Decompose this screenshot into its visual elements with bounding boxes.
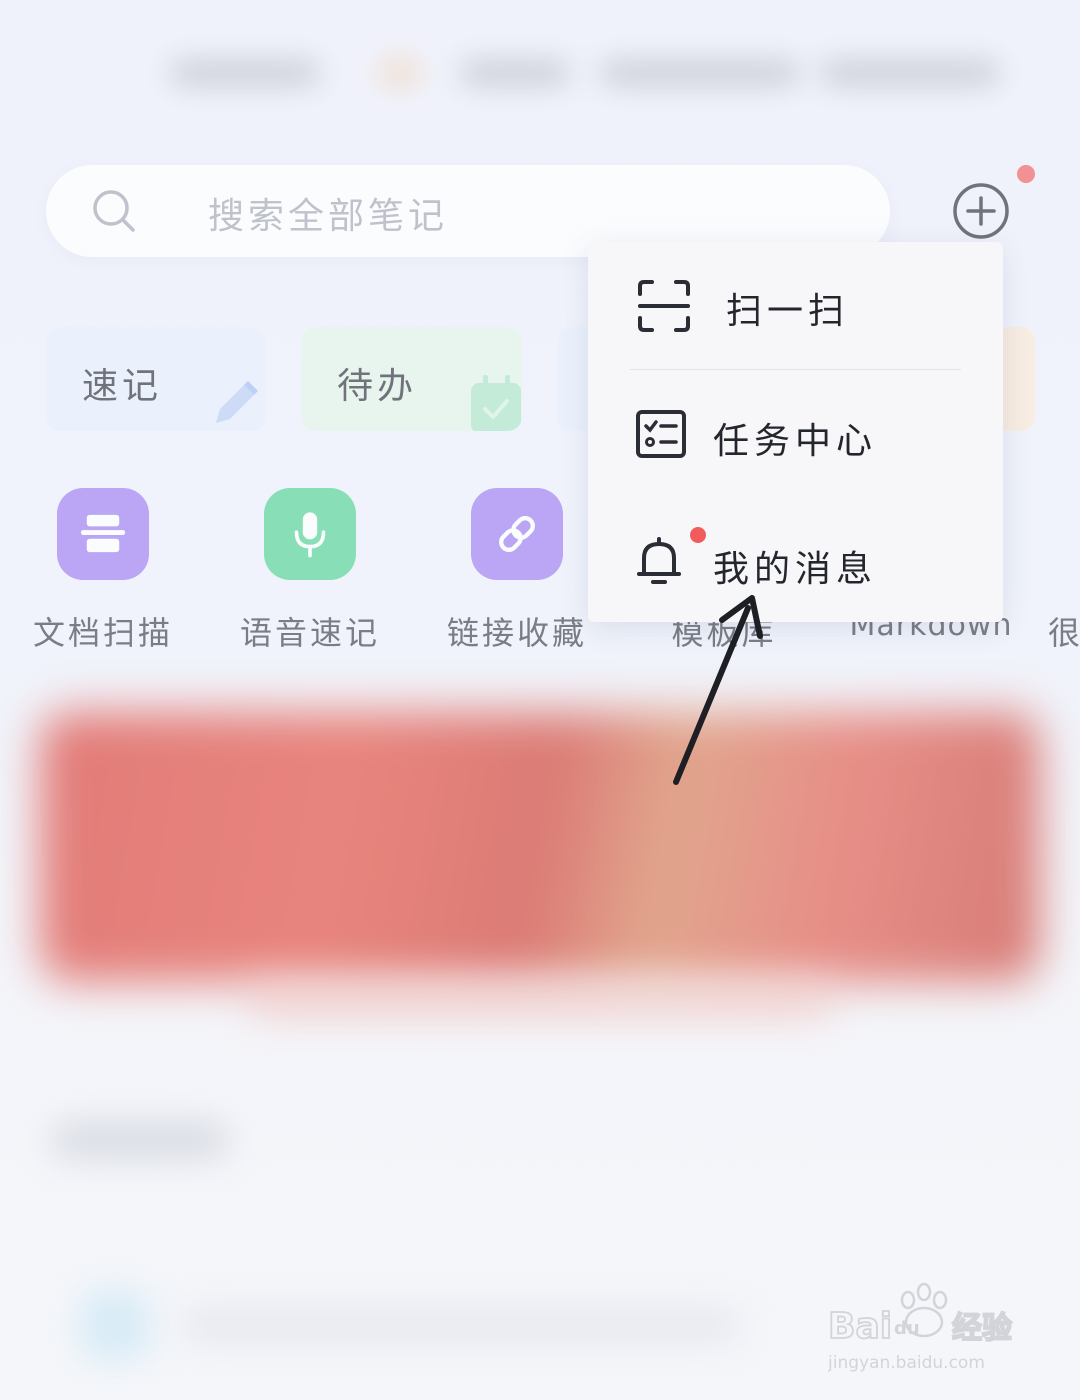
bell-icon [637,537,681,584]
annotation-arrow [673,595,763,785]
menu-item-scan[interactable]: 扫一扫 [588,242,1003,368]
svg-text:du: du [894,1318,920,1339]
message-badge [690,527,706,543]
baidu-jingyan-watermark: Bai 经验 du jingyan.baidu.com [828,1282,1013,1373]
menu-item-label: 扫一扫 [726,291,850,332]
svg-text:经验: 经验 [952,1311,1012,1346]
task-list-icon [636,410,686,458]
svg-text:Bai: Bai [828,1306,892,1347]
menu-item-my-messages[interactable]: 我的消息 [588,498,1003,624]
scan-icon [638,280,690,332]
menu-item-task-center[interactable]: 任务中心 [588,370,1003,496]
menu-item-label: 我的消息 [713,549,878,590]
menu-item-label: 任务中心 [713,421,878,462]
svg-text:jingyan.baidu.com: jingyan.baidu.com [828,1353,985,1373]
dim-overlay[interactable] [0,0,1080,1400]
popup-menu: 扫一扫 任务中心 我的消息 [588,242,1003,622]
